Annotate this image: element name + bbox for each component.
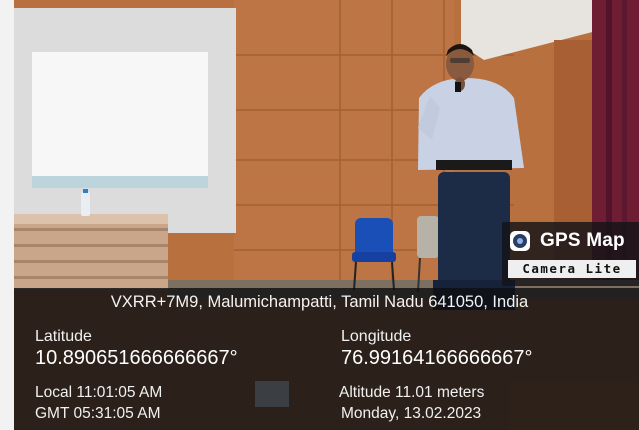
map-thumbnail <box>255 381 289 407</box>
gps-info-panel: VXRR+7M9, Malumichampatti, Tamil Nadu 64… <box>14 288 639 430</box>
latitude-label: Latitude <box>35 328 92 345</box>
longitude-label: Longitude <box>341 328 412 345</box>
address: VXRR+7M9, Malumichampatti, Tamil Nadu 64… <box>110 293 529 311</box>
water-bottle <box>81 192 90 216</box>
date: Monday, 13.02.2023 <box>341 405 482 422</box>
left-margin <box>0 0 14 430</box>
altitude: Altitude 11.01 meters <box>339 384 485 401</box>
latitude-value: 10.890651666666667° <box>35 347 238 369</box>
geotagged-photo: GPS Map Camera Lite VXRR+7M9, Malumicham… <box>0 0 639 430</box>
app-edition: Camera Lite <box>508 260 636 278</box>
gmt-time: GMT 05:31:05 AM <box>35 405 161 422</box>
app-watermark: GPS Map Camera Lite <box>502 222 639 286</box>
camera-lens-icon <box>510 231 530 251</box>
longitude-value: 76.99164166666667° <box>341 347 533 369</box>
local-time: Local 11:01:05 AM <box>35 384 163 401</box>
app-name: GPS Map <box>540 230 625 251</box>
